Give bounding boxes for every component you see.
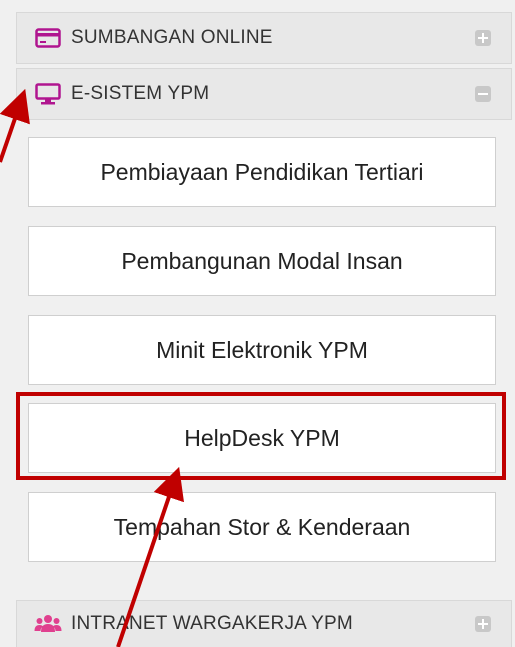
menu-header-intranet-wargakerja-ypm[interactable]: INTRANET WARGAKERJA YPM [16,600,512,647]
menu-header-e-sistem-ypm[interactable]: E-SISTEM YPM [16,68,512,120]
collapse-minus-icon[interactable] [475,86,491,102]
submenu-item-label: HelpDesk YPM [184,424,340,451]
submenu-item-label: Minit Elektronik YPM [156,336,368,363]
submenu-item-minit-elektronik-ypm[interactable]: Minit Elektronik YPM [28,315,496,385]
submenu-item-label: Tempahan Stor & Kenderaan [113,513,411,540]
expand-plus-icon[interactable] [475,616,491,632]
users-icon [33,612,63,636]
submenu-item-tempahan-stor-kenderaan[interactable]: Tempahan Stor & Kenderaan [28,492,496,562]
monitor-icon [33,82,63,106]
credit-card-icon [33,26,63,50]
submenu-item-pembangunan-modal-insan[interactable]: Pembangunan Modal Insan [28,226,496,296]
menu-header-sumbangan-online[interactable]: SUMBANGAN ONLINE [16,12,512,64]
submenu-item-pembiayaan-pendidikan-tertiari[interactable]: Pembiayaan Pendidikan Tertiari [28,137,496,207]
submenu-item-helpdesk-ypm[interactable]: HelpDesk YPM [28,403,496,473]
menu-header-label: INTRANET WARGAKERJA YPM [71,613,353,634]
submenu-item-label: Pembangunan Modal Insan [121,247,403,274]
expand-plus-icon[interactable] [475,30,491,46]
submenu-item-label: Pembiayaan Pendidikan Tertiari [100,158,424,185]
menu-header-label: SUMBANGAN ONLINE [71,27,273,48]
sidebar-menu: SUMBANGAN ONLINE E-SISTEM YPM Pembiayaan… [0,0,515,647]
menu-header-label: E-SISTEM YPM [71,83,210,104]
